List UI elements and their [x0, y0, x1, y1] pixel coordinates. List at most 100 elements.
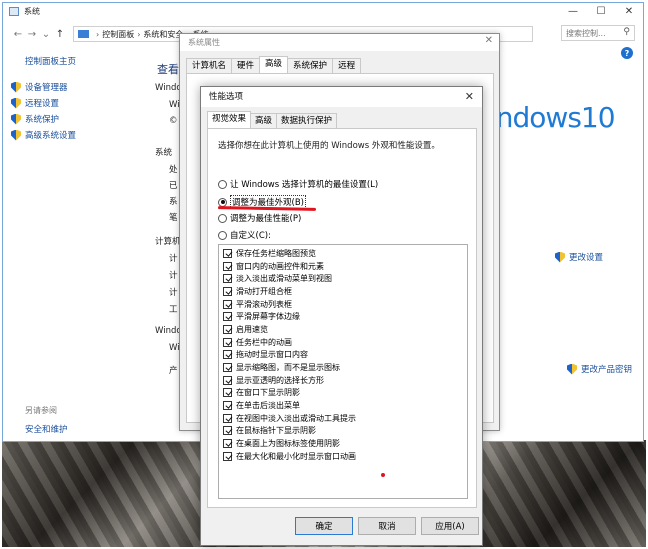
radio-button[interactable]	[218, 230, 227, 240]
close-icon[interactable]: ✕	[465, 90, 474, 103]
advanced-system-settings-link[interactable]: 高级系统设置	[11, 127, 155, 143]
visual-effects-checkbox-list[interactable]: 保存任务栏缩略图预览 窗口内的动画控件和元素 淡入淡出或滑动菜单到视图 滑动打开…	[218, 244, 468, 499]
list-item[interactable]: 在视图中淡入淡出或滑动工具提示	[219, 412, 467, 425]
activation-section-heading: Windo	[155, 326, 182, 336]
security-maintenance-link[interactable]: 安全和维护	[25, 423, 68, 435]
list-item[interactable]: 启用速览	[219, 323, 467, 336]
radio-button[interactable]	[218, 197, 227, 207]
control-panel-home-link[interactable]: 控制面板主页	[25, 55, 155, 67]
system-titlebar: 系统	[3, 3, 643, 19]
checkbox[interactable]	[223, 324, 232, 334]
tab-dep[interactable]: 数据执行保护	[276, 113, 338, 128]
checkbox[interactable]	[223, 299, 232, 309]
forward-arrow-icon[interactable]: →	[25, 29, 39, 40]
list-item[interactable]: 窗口内的动画控件和元素	[219, 260, 467, 273]
list-item[interactable]: 在最大化和最小化时显示窗口动画	[219, 450, 467, 463]
list-item[interactable]: 任务栏中的动画	[219, 336, 467, 349]
tab-visual-effects[interactable]: 视觉效果	[207, 111, 252, 128]
list-item[interactable]: 淡入淡出或滑动菜单到视图	[219, 272, 467, 285]
list-item[interactable]: 平滑屏幕字体边缘	[219, 310, 467, 323]
visual-effects-panel: 选择你想在此计算机上使用的 Windows 外观和性能设置。 让 Windows…	[207, 128, 477, 508]
radio-let-windows-choose[interactable]: 让 Windows 选择计算机的最佳设置(L)	[218, 178, 378, 190]
radio-best-performance[interactable]: 调整为最佳性能(P)	[218, 212, 301, 224]
tab-computer-name[interactable]: 计算机名	[186, 58, 233, 73]
ok-button[interactable]: 确定	[295, 517, 353, 535]
tab-advanced[interactable]: 高级	[250, 113, 278, 128]
checkbox[interactable]	[223, 350, 232, 360]
tab-hardware[interactable]: 硬件	[231, 58, 261, 73]
breadcrumb-security[interactable]: 系统和安全	[143, 29, 183, 40]
list-item[interactable]: 显示缩略图，而不是显示图标	[219, 361, 467, 374]
radio-button[interactable]	[218, 179, 227, 189]
shield-icon	[11, 81, 21, 93]
change-product-key-link[interactable]: 更改产品密钥	[567, 363, 632, 375]
checkbox[interactable]	[223, 439, 232, 449]
tab-system-protection[interactable]: 系统保护	[287, 58, 334, 73]
list-item[interactable]: 拖动时显示窗口内容	[219, 349, 467, 362]
system-protection-link[interactable]: 系统保护	[11, 111, 155, 127]
checkbox[interactable]	[223, 413, 232, 423]
list-item[interactable]: 显示亚透明的选择长方形	[219, 374, 467, 387]
search-icon[interactable]: ⚲	[623, 27, 630, 37]
computer-row: 计	[169, 288, 178, 298]
help-icon[interactable]: ?	[621, 47, 633, 59]
performance-options-dialog: 性能选项 ✕ 视觉效果 高级 数据执行保护 选择你想在此计算机上使用的 Wind…	[200, 86, 483, 546]
checkbox-label: 在鼠标指针下显示阴影	[236, 426, 316, 436]
tab-advanced[interactable]: 高级	[259, 56, 289, 73]
apply-button[interactable]: 应用(A)	[421, 517, 479, 535]
computer-row: 计	[169, 271, 178, 281]
checkbox[interactable]	[223, 248, 232, 258]
tab-remote[interactable]: 远程	[332, 58, 362, 73]
list-item[interactable]: 滑动打开组合框	[219, 285, 467, 298]
shield-icon	[11, 97, 21, 109]
activation-row: 产	[169, 366, 178, 376]
shield-icon	[555, 251, 565, 263]
cancel-button[interactable]: 取消	[358, 517, 416, 535]
window-controls: — ☐ ✕	[559, 3, 643, 19]
checkbox[interactable]	[223, 312, 232, 322]
back-arrow-icon[interactable]: ←	[11, 29, 25, 40]
checkbox[interactable]	[223, 401, 232, 411]
system-window-icon	[9, 6, 19, 16]
close-button[interactable]: ✕	[615, 3, 643, 19]
up-arrow-icon[interactable]: ↑	[53, 29, 67, 40]
search-input[interactable]: 搜索控制... ⚲	[561, 25, 635, 41]
list-item[interactable]: 在鼠标指针下显示阴影	[219, 425, 467, 438]
maximize-button[interactable]: ☐	[587, 3, 615, 19]
checkbox[interactable]	[223, 363, 232, 373]
checkbox[interactable]	[223, 426, 232, 436]
list-item[interactable]: 在单击后淡出菜单	[219, 399, 467, 412]
close-icon[interactable]: ✕	[485, 35, 493, 46]
system-row: 笔	[169, 213, 178, 223]
change-settings-label: 更改设置	[569, 253, 604, 263]
system-protection-label: 系统保护	[25, 115, 60, 125]
system-properties-tabs: 计算机名 硬件 高级 系统保护 远程	[186, 56, 362, 73]
checkbox[interactable]	[223, 286, 232, 296]
remote-settings-link[interactable]: 远程设置	[11, 95, 155, 111]
checkbox-label: 显示缩略图，而不是显示图标	[236, 363, 340, 373]
minimize-button[interactable]: —	[559, 3, 587, 19]
device-manager-link[interactable]: 设备管理器	[11, 79, 155, 95]
list-item[interactable]: 在窗口下显示阴影	[219, 387, 467, 400]
radio-button[interactable]	[218, 213, 227, 223]
system-section-heading: 系统	[155, 148, 173, 158]
checkbox[interactable]	[223, 375, 232, 385]
radio-custom[interactable]: 自定义(C):	[218, 229, 271, 241]
list-item[interactable]: 在桌面上为图标标签使用阴影	[219, 437, 467, 450]
checkbox[interactable]	[223, 337, 232, 347]
visual-effects-description: 选择你想在此计算机上使用的 Windows 外观和性能设置。	[218, 141, 440, 151]
checkbox[interactable]	[223, 388, 232, 398]
checkbox[interactable]	[223, 261, 232, 271]
checkbox[interactable]	[223, 451, 232, 461]
system-row: 处	[169, 165, 178, 175]
recent-dropdown-icon[interactable]: ⌄	[39, 29, 53, 40]
computer-section-heading: 计算机	[155, 237, 181, 247]
checkbox[interactable]	[223, 274, 232, 284]
shield-icon	[11, 129, 21, 141]
list-item[interactable]: 保存任务栏缩略图预览	[219, 247, 467, 260]
list-item[interactable]: 平滑滚动列表框	[219, 298, 467, 311]
radio-label: 调整为最佳性能(P)	[230, 214, 302, 224]
breadcrumb-control-panel[interactable]: 控制面板	[102, 29, 134, 40]
change-settings-link[interactable]: 更改设置	[555, 251, 603, 263]
change-product-key-label: 更改产品密钥	[581, 365, 633, 375]
